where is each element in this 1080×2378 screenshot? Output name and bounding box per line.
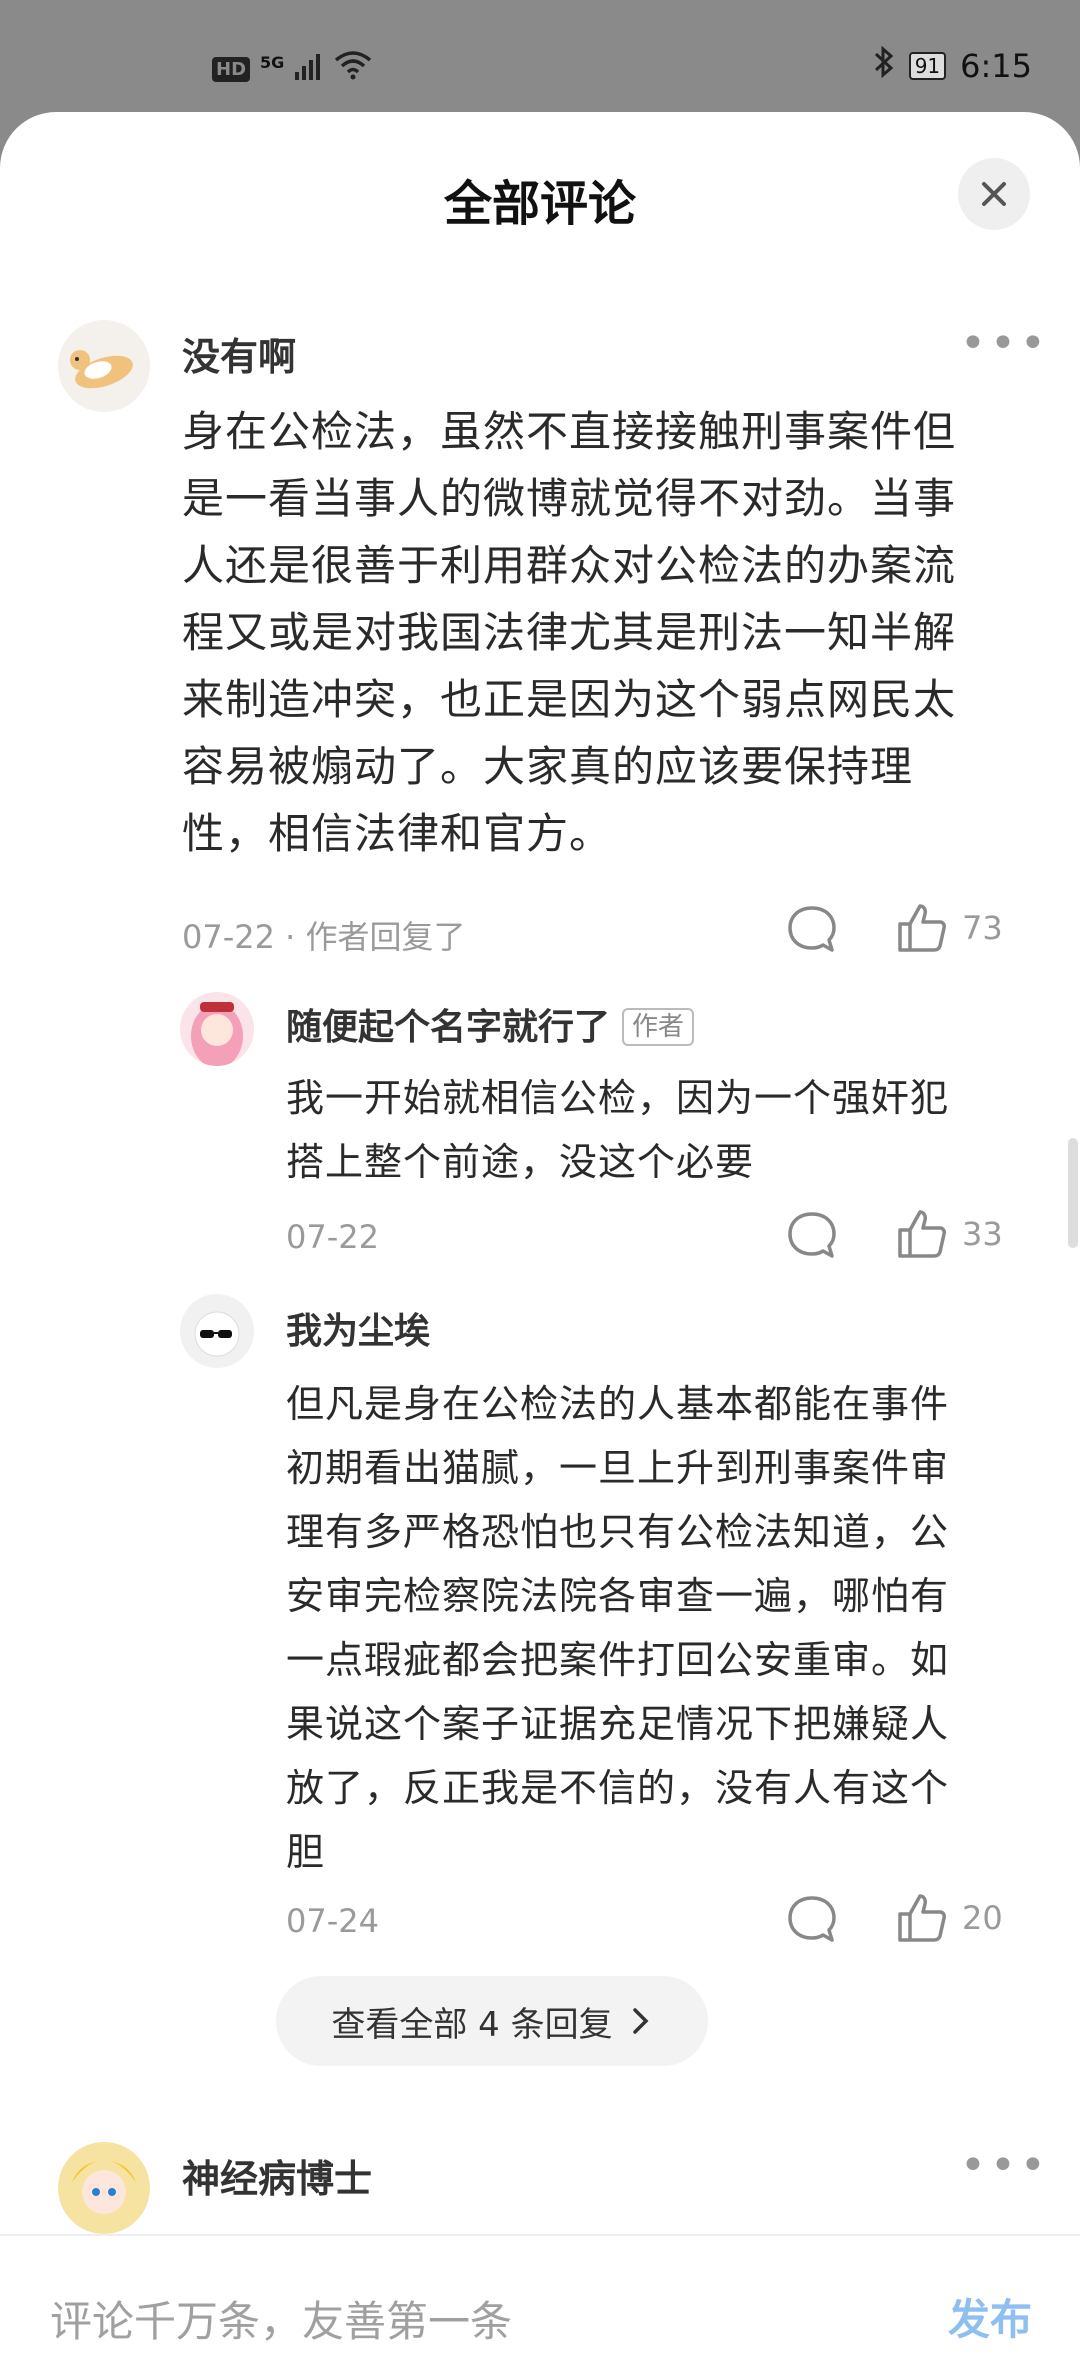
reply-line: 初期看出猫腻，一旦上升到刑事案件审 [286,1446,950,1490]
author-badge: 作者 [622,1008,695,1046]
view-all-label: 查看全部 4 条回复 [331,2004,613,2045]
comment-username[interactable]: 神经病博士 [182,2148,372,2203]
reply-line: 理有多严格恐怕也只有公检法知道，公 [286,1510,950,1554]
reply-button[interactable] [786,1210,838,1262]
reply-line: 安审完检察院法院各审查一遍，哪怕有 [286,1574,950,1618]
publish-button[interactable]: 发布 [948,2286,1032,2347]
battery-indicator: 91 [908,52,947,80]
sheet-title: 全部评论 [443,176,636,232]
hd-badge: HD [212,56,251,82]
like-count: 73 [962,909,1003,947]
status-right: 91 6:15 [873,45,1032,86]
comment-bubble-icon [788,1896,836,1942]
status-left: HD 5G [212,50,372,88]
status-bar: HD 5G 91 6:15 [0,0,1080,112]
bluetooth-icon [873,45,895,86]
reply-line: 放了，反正我是不信的，没有人有这个 [286,1766,950,1810]
clock: 6:15 [960,47,1032,85]
reply-line: 一点瑕疵都会把案件打回公安重审。如 [286,1638,950,1682]
reply-date: 07-22 [286,1218,379,1256]
reply-button[interactable] [786,1894,838,1946]
more-options-icon[interactable]: ••• [960,322,1050,366]
comment-line: 性，相信法律和官方。 [182,809,613,858]
like-count: 20 [962,1899,1003,1937]
like-button[interactable]: 73 [896,902,1003,954]
sunglasses-avatar-icon[interactable] [180,1294,254,1368]
anime-avatar-icon[interactable] [58,2142,150,2234]
reply-username[interactable]: 随便起个名字就行了 作者 [286,998,695,1050]
reply-line: 但凡是身在公检法的人基本都能在事件 [286,1382,950,1426]
reply-date: 07-24 [286,1902,379,1940]
comment-line: 人还是很善于利用群众对公检法的办案流 [182,541,957,590]
reply-line: 我一开始就相信公检，因为一个强奸犯 [286,1076,950,1120]
comment-username[interactable]: 没有啊 [182,326,296,381]
wifi-icon [334,50,372,88]
like-button[interactable]: 33 [896,1208,1003,1260]
more-options-icon[interactable]: ••• [960,2144,1050,2188]
comment-input[interactable]: 评论千万条，友善第一条 [50,2288,512,2349]
comment-bubble-icon [788,906,836,952]
close-icon [982,182,1006,206]
network-label: 5G [260,52,285,72]
like-button[interactable]: 20 [896,1892,1003,1944]
comment-input-bar: 评论千万条，友善第一条 发布 [0,2234,1080,2378]
scrollbar[interactable] [1068,1138,1078,1248]
thumbs-up-icon [898,904,946,952]
like-count: 33 [962,1215,1003,1253]
chevron-right-icon [632,2008,649,2034]
comment-line: 容易被煽动了。大家真的应该要保持理 [182,742,914,791]
comment-line: 身在公检法，虽然不直接接触刑事案件但 [182,407,957,456]
thumbs-up-icon [898,1210,946,1258]
reply-body: 我一开始就相信公检，因为一个强奸犯 搭上整个前途，没这个必要 [286,1066,1026,1194]
comment-bubble-icon [788,1212,836,1258]
reply-username-text: 随便起个名字就行了 [286,1007,611,1048]
pink-hair-avatar-icon[interactable] [180,992,254,1066]
comment-meta: 07-22 · 作者回复了 [182,918,466,956]
reply-body: 但凡是身在公检法的人基本都能在事件 初期看出猫腻，一旦上升到刑事案件审 理有多严… [286,1372,1026,1884]
thumbs-up-icon [898,1894,946,1942]
comment-body: 身在公检法，虽然不直接接触刑事案件但 是一看当事人的微博就觉得不对劲。当事 人还… [182,398,1022,867]
reply-username[interactable]: 我为尘埃 [286,1302,430,1354]
comment-line: 来制造冲突，也正是因为这个弱点网民太 [182,675,957,724]
cat-avatar-icon[interactable] [58,320,150,412]
close-button[interactable] [958,158,1030,230]
signal-icon [294,50,324,88]
reply-line: 搭上整个前途，没这个必要 [286,1140,755,1184]
view-all-replies-button[interactable]: 查看全部 4 条回复 [276,1976,708,2066]
reply-line: 果说这个案子证据充足情况下把嫌疑人 [286,1702,950,1746]
comment-line: 程又或是对我国法律尤其是刑法一知半解 [182,608,957,657]
reply-button[interactable] [786,904,838,956]
reply-line: 胆 [286,1830,326,1874]
comments-sheet: 全部评论 没有啊 ••• 身在公检法，虽然不直接接触刑事案件但 是一看当事人的微… [0,112,1080,2376]
comment-line: 是一看当事人的微博就觉得不对劲。当事 [182,474,957,523]
